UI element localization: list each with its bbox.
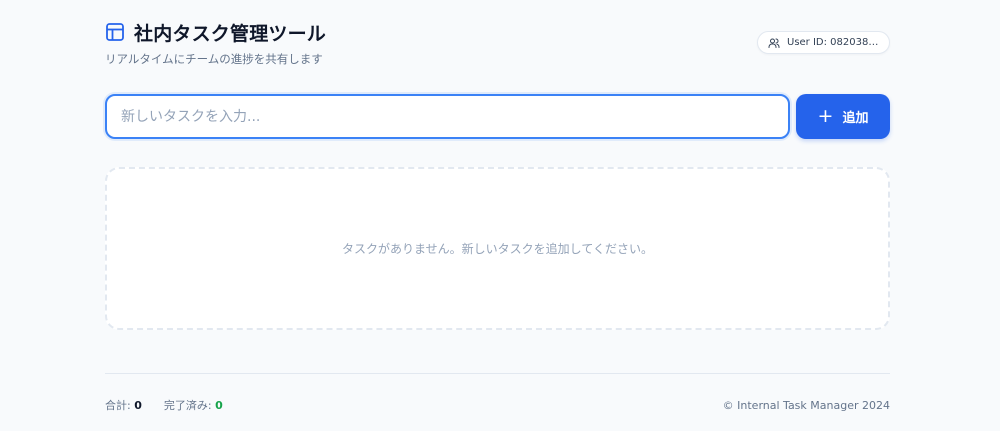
app-container: 社内タスク管理ツール リアルタイムにチームの進捗を共有します User ID: … bbox=[105, 0, 890, 431]
users-icon bbox=[768, 38, 780, 48]
total-count: 0 bbox=[134, 399, 142, 412]
completed-label: 完了済み: bbox=[163, 399, 212, 412]
empty-state-message: タスクがありません。新しいタスクを追加してください。 bbox=[342, 242, 653, 256]
total-label: 合計: bbox=[105, 399, 131, 412]
plus-icon: + bbox=[817, 105, 834, 127]
completed-count: 0 bbox=[215, 399, 223, 412]
add-task-button-label: 追加 bbox=[842, 111, 869, 126]
task-form: + 追加 bbox=[105, 94, 890, 139]
page-title: 社内タスク管理ツール bbox=[134, 22, 327, 45]
page-header: 社内タスク管理ツール リアルタイムにチームの進捗を共有します User ID: … bbox=[105, 19, 890, 69]
layout-icon bbox=[105, 22, 125, 42]
total-stat: 合計: 0 bbox=[105, 397, 142, 413]
task-list-empty-state: タスクがありません。新しいタスクを追加してください。 bbox=[105, 167, 890, 330]
task-stats: 合計: 0 完了済み: 0 bbox=[105, 397, 223, 413]
footer-divider bbox=[105, 373, 890, 374]
user-id-badge: User ID: 08203807... bbox=[757, 31, 890, 54]
add-task-button[interactable]: + 追加 bbox=[796, 94, 890, 139]
new-task-input[interactable] bbox=[105, 94, 790, 139]
page-footer: 合計: 0 完了済み: 0 © Internal Task Manager 20… bbox=[105, 396, 890, 414]
copyright-text: © Internal Task Manager 2024 bbox=[722, 398, 890, 412]
user-id-text: User ID: 08203807... bbox=[787, 37, 883, 48]
completed-stat: 完了済み: 0 bbox=[164, 397, 223, 413]
